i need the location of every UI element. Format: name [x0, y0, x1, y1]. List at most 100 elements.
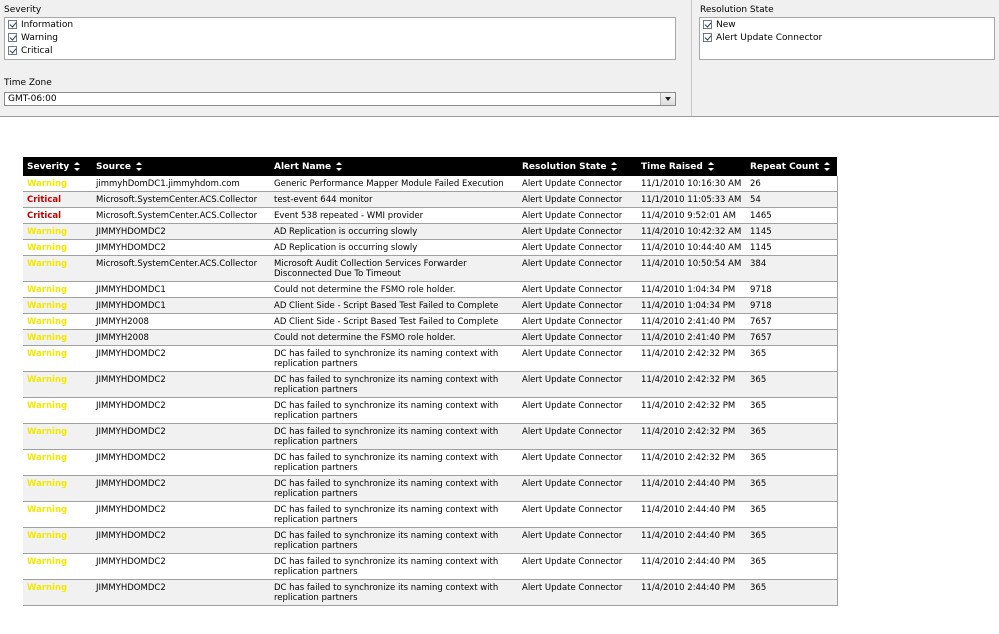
cell-time-raised: 11/4/2010 2:44:40 PM: [637, 475, 746, 502]
checkbox-checked-icon[interactable]: [8, 20, 17, 29]
cell-source: JIMMYHDOMDC2: [92, 501, 270, 528]
cell-severity: Warning: [23, 553, 92, 580]
cell-repeat-count: 1145: [746, 239, 838, 256]
cell-severity: Critical: [23, 191, 92, 208]
cell-time-raised: 11/4/2010 2:42:32 PM: [637, 423, 746, 450]
cell-time-raised: 11/4/2010 10:44:40 AM: [637, 239, 746, 256]
sort-icon[interactable]: [135, 161, 143, 171]
cell-source: JIMMYHDOMDC1: [92, 281, 270, 298]
cell-resolution-state: Alert Update Connector: [518, 207, 637, 224]
cell-time-raised: 11/4/2010 1:04:34 PM: [637, 297, 746, 314]
cell-time-raised: 11/4/2010 10:42:32 AM: [637, 223, 746, 240]
checkbox-checked-icon[interactable]: [703, 20, 712, 29]
cell-severity: Warning: [23, 313, 92, 330]
column-header-source[interactable]: Source: [92, 157, 270, 176]
cell-alert-name: AD Replication is occurring slowly: [270, 223, 518, 240]
cell-resolution-state: Alert Update Connector: [518, 345, 637, 372]
resolution-option-new[interactable]: New: [700, 18, 994, 31]
cell-repeat-count: 365: [746, 527, 838, 554]
cell-time-raised: 11/4/2010 2:42:32 PM: [637, 371, 746, 398]
cell-resolution-state: Alert Update Connector: [518, 239, 637, 256]
severity-option-information[interactable]: Information: [5, 18, 675, 31]
cell-source: Microsoft.SystemCenter.ACS.Collector: [92, 207, 270, 224]
sort-icon[interactable]: [707, 161, 715, 171]
cell-alert-name: Could not determine the FSMO role holder…: [270, 281, 518, 298]
cell-source: jimmyhDomDC1.jimmyhdom.com: [92, 176, 270, 192]
cell-repeat-count: 365: [746, 371, 838, 398]
cell-severity: Warning: [23, 449, 92, 476]
cell-alert-name: DC has failed to synchronize its naming …: [270, 345, 518, 372]
checkbox-checked-icon[interactable]: [8, 33, 17, 42]
column-header-time-raised[interactable]: Time Raised: [637, 157, 746, 176]
cell-source: JIMMYHDOMDC2: [92, 527, 270, 554]
cell-resolution-state: Alert Update Connector: [518, 527, 637, 554]
cell-time-raised: 11/4/2010 9:52:01 AM: [637, 207, 746, 224]
column-header-severity[interactable]: Severity: [23, 157, 92, 176]
cell-source: JIMMYHDOMDC2: [92, 223, 270, 240]
cell-time-raised: 11/4/2010 2:42:32 PM: [637, 397, 746, 424]
cell-source: JIMMYHDOMDC2: [92, 371, 270, 398]
cell-time-raised: 11/4/2010 2:44:40 PM: [637, 553, 746, 580]
cell-severity: Warning: [23, 475, 92, 502]
sort-icon[interactable]: [611, 161, 618, 171]
cell-resolution-state: Alert Update Connector: [518, 371, 637, 398]
option-label: Information: [21, 19, 74, 30]
cell-alert-name: AD Client Side - Script Based Test Faile…: [270, 297, 518, 314]
cell-repeat-count: 7657: [746, 329, 838, 346]
cell-repeat-count: 365: [746, 553, 838, 580]
resolution-state-label: Resolution State: [700, 5, 774, 15]
checkbox-checked-icon[interactable]: [703, 33, 712, 42]
resolution-option-alert-update-connector[interactable]: Alert Update Connector: [700, 31, 994, 44]
cell-repeat-count: 9718: [746, 297, 838, 314]
cell-severity: Warning: [23, 329, 92, 346]
cell-resolution-state: Alert Update Connector: [518, 423, 637, 450]
cell-repeat-count: 365: [746, 397, 838, 424]
cell-alert-name: AD Replication is occurring slowly: [270, 239, 518, 256]
table-row: Warning JIMMYHDOMDC2 DC has failed to sync…: [23, 423, 838, 450]
cell-severity: Warning: [23, 345, 92, 372]
column-header-repeat-count[interactable]: Repeat Count: [746, 157, 837, 176]
report-parameters-panel: Severity Information Warning Critical Ti…: [0, 0, 999, 117]
cell-repeat-count: 384: [746, 255, 838, 282]
cell-alert-name: Generic Performance Mapper Module Failed…: [270, 176, 518, 192]
sort-icon[interactable]: [824, 161, 831, 171]
cell-alert-name: DC has failed to synchronize its naming …: [270, 475, 518, 502]
cell-time-raised: 11/4/2010 2:41:40 PM: [637, 329, 746, 346]
sort-icon[interactable]: [336, 161, 343, 171]
column-header-alert-name[interactable]: Alert Name: [270, 157, 518, 176]
chevron-down-icon[interactable]: [660, 93, 675, 105]
time-zone-selected-value: GMT-06:00: [8, 94, 57, 104]
checkbox-checked-icon[interactable]: [8, 46, 17, 55]
cell-time-raised: 11/1/2010 11:05:33 AM: [637, 191, 746, 208]
cell-severity: Warning: [23, 297, 92, 314]
resolution-state-listbox[interactable]: New Alert Update Connector: [699, 17, 995, 60]
sort-icon[interactable]: [74, 161, 81, 171]
cell-source: JIMMYHDOMDC2: [92, 345, 270, 372]
table-row: Warning JIMMYHDOMDC2 AD Replication is occ…: [23, 223, 838, 240]
cell-repeat-count: 1465: [746, 207, 838, 224]
panel-divider: [691, 0, 692, 116]
cell-repeat-count: 365: [746, 579, 838, 606]
severity-option-warning[interactable]: Warning: [5, 31, 675, 44]
time-zone-dropdown[interactable]: GMT-06:00: [4, 92, 676, 106]
cell-source: JIMMYHDOMDC1: [92, 297, 270, 314]
table-row: Warning JIMMYHDOMDC2 DC has failed to sync…: [23, 501, 838, 528]
table-row: Warning JIMMYHDOMDC1 AD Client Side - Scri…: [23, 297, 838, 314]
table-row: Warning JIMMYHDOMDC2 DC has failed to sync…: [23, 527, 838, 554]
cell-repeat-count: 54: [746, 191, 838, 208]
table-row: Warning JIMMYHDOMDC2 DC has failed to sync…: [23, 371, 838, 398]
cell-time-raised: 11/4/2010 10:50:54 AM: [637, 255, 746, 282]
severity-listbox[interactable]: Information Warning Critical: [4, 17, 676, 60]
option-label: Critical: [21, 45, 53, 56]
time-zone-label: Time Zone: [4, 78, 52, 88]
table-row: Critical Microsoft.SystemCenter.ACS.Colle…: [23, 191, 838, 208]
cell-alert-name: test-event 644 monitor: [270, 191, 518, 208]
cell-source: Microsoft.SystemCenter.ACS.Collector: [92, 255, 270, 282]
table-row: Warning JIMMYH2008 Could not determine the…: [23, 329, 838, 346]
column-header-resolution-state[interactable]: Resolution State: [518, 157, 637, 176]
cell-severity: Warning: [23, 527, 92, 554]
severity-option-critical[interactable]: Critical: [5, 44, 675, 57]
cell-severity: Warning: [23, 501, 92, 528]
cell-alert-name: DC has failed to synchronize its naming …: [270, 501, 518, 528]
cell-alert-name: Microsoft Audit Collection Services Forw…: [270, 255, 518, 282]
